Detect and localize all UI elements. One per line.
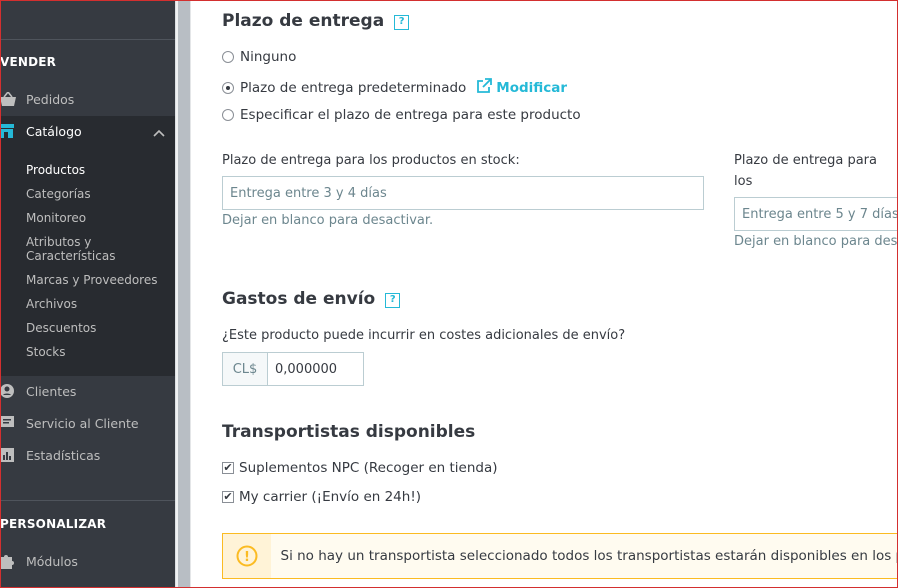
- help-icon[interactable]: ?: [394, 15, 410, 30]
- carrier-label: My carrier (¡Envío en 24h!): [239, 489, 422, 505]
- currency-addon: CL$: [223, 353, 268, 385]
- sidebar-item-label: Módulos: [26, 553, 78, 569]
- radio-specific[interactable]: Especificar el plazo de entrega para est…: [222, 107, 581, 123]
- radio-label: Especificar el plazo de entrega para est…: [240, 107, 581, 123]
- in-stock-delivery-input[interactable]: Entrega entre 3 y 4 días: [222, 176, 704, 210]
- section-customize: PERSONALIZAR: [0, 517, 107, 531]
- radio-button[interactable]: [222, 109, 234, 121]
- out-of-stock-label-line1: Plazo de entrega para los: [734, 153, 877, 189]
- out-of-stock-delivery-input[interactable]: Entrega entre 5 y 7 días: [734, 197, 898, 231]
- shipping-costs-question: ¿Este producto puede incurrir en costes …: [222, 328, 626, 343]
- in-stock-delivery-label: Plazo de entrega para los productos en s…: [222, 153, 520, 168]
- in-stock-delivery-hint: Dejar en blanco para desactivar.: [222, 213, 434, 228]
- carrier-checkbox-1[interactable]: ✔ Suplementos NPC (Recoger en tienda): [222, 460, 498, 476]
- sidebar-item-catalog[interactable]: Catálogo: [0, 116, 175, 146]
- external-link-icon: [476, 78, 493, 98]
- basket-icon: [0, 92, 26, 106]
- radio-label: Plazo de entrega predeterminado: [240, 80, 467, 96]
- shipping-cost-input[interactable]: 0,000000: [268, 353, 363, 385]
- submenu-item-attributes-line2: Características: [26, 249, 116, 263]
- sidebar-item-label: Servicio al Cliente: [26, 415, 139, 431]
- carrier-label: Suplementos NPC (Recoger en tienda): [239, 460, 498, 476]
- carrier-checkbox-2[interactable]: ✔ My carrier (¡Envío en 24h!): [222, 489, 421, 505]
- sidebar-item-orders[interactable]: Pedidos: [0, 84, 175, 114]
- checkbox[interactable]: ✔: [222, 491, 234, 503]
- submenu-item-categories[interactable]: Categorías: [26, 187, 91, 201]
- sidebar: VENDER Pedidos Catálogo Productos Catego…: [0, 0, 175, 588]
- sidebar-item-label: Estadísticas: [26, 447, 101, 463]
- sidebar-item-label: Catálogo: [26, 123, 82, 139]
- radio-button[interactable]: [222, 51, 234, 63]
- shipping-costs-title: Gastos de envío: [222, 289, 376, 309]
- content-gutter: [190, 0, 208, 588]
- radio-label: Ninguno: [240, 49, 297, 65]
- help-icon[interactable]: ?: [385, 293, 401, 308]
- carriers-warning-alert: ! Si no hay un transportista seleccionad…: [222, 533, 898, 579]
- submenu-item-attributes-line1: Atributos y: [26, 235, 92, 249]
- chevron-up-icon: [153, 125, 165, 140]
- user-circle-icon: [0, 383, 26, 399]
- sidebar-item-label: Pedidos: [26, 91, 75, 107]
- warning-icon-glyph: !: [244, 550, 250, 565]
- chat-icon: [0, 416, 26, 430]
- catalog-submenu: Productos Categorías Monitoreo Atributos…: [0, 146, 175, 376]
- sidebar-topbar: [0, 0, 175, 40]
- carriers-heading: Transportistas disponibles: [222, 422, 476, 442]
- submenu-item-attributes[interactable]: Atributos y Características: [26, 235, 115, 263]
- sidebar-item-customers[interactable]: Clientes: [0, 376, 175, 406]
- modify-link-label: Modificar: [496, 80, 568, 96]
- submenu-item-stocks[interactable]: Stocks: [26, 345, 65, 359]
- store-icon: [0, 124, 26, 138]
- shipping-cost-field: CL$ 0,000000: [222, 352, 364, 386]
- radio-none[interactable]: Ninguno: [222, 49, 296, 65]
- carriers-warning-text: Si no hay un transportista seleccionado …: [280, 548, 898, 564]
- submenu-item-brands[interactable]: Marcas y Proveedores: [26, 273, 157, 287]
- submenu-item-monitoring[interactable]: Monitoreo: [26, 211, 86, 225]
- delivery-time-title: Plazo de entrega: [222, 11, 385, 31]
- submenu-item-files[interactable]: Archivos: [26, 297, 77, 311]
- out-of-stock-delivery-hint: Dejar en blanco para des: [734, 234, 898, 249]
- sidebar-item-customer-service[interactable]: Servicio al Cliente: [0, 408, 175, 438]
- radio-default[interactable]: Plazo de entrega predeterminado Modifica…: [222, 78, 567, 98]
- sidebar-item-label: Clientes: [26, 383, 77, 399]
- submenu-item-products[interactable]: Productos: [26, 163, 85, 177]
- section-sell: VENDER: [0, 55, 57, 69]
- puzzle-icon: [0, 553, 26, 569]
- delivery-time-heading: Plazo de entrega?: [222, 11, 410, 31]
- scrollbar-thumb[interactable]: [178, 0, 190, 588]
- radio-button[interactable]: [222, 82, 234, 94]
- submenu-item-discounts[interactable]: Descuentos: [26, 321, 96, 335]
- sidebar-item-modules[interactable]: Módulos: [0, 546, 175, 576]
- shipping-costs-heading: Gastos de envío?: [222, 289, 401, 309]
- product-shipping-panel: Plazo de entrega? Ninguno Plazo de entre…: [208, 0, 898, 588]
- modify-link[interactable]: Modificar: [476, 78, 567, 98]
- sidebar-item-stats[interactable]: Estadísticas: [0, 440, 175, 470]
- sidebar-divider: [0, 500, 175, 501]
- checkbox[interactable]: ✔: [222, 462, 234, 474]
- warning-icon: !: [223, 534, 271, 578]
- bar-chart-icon: [0, 448, 26, 462]
